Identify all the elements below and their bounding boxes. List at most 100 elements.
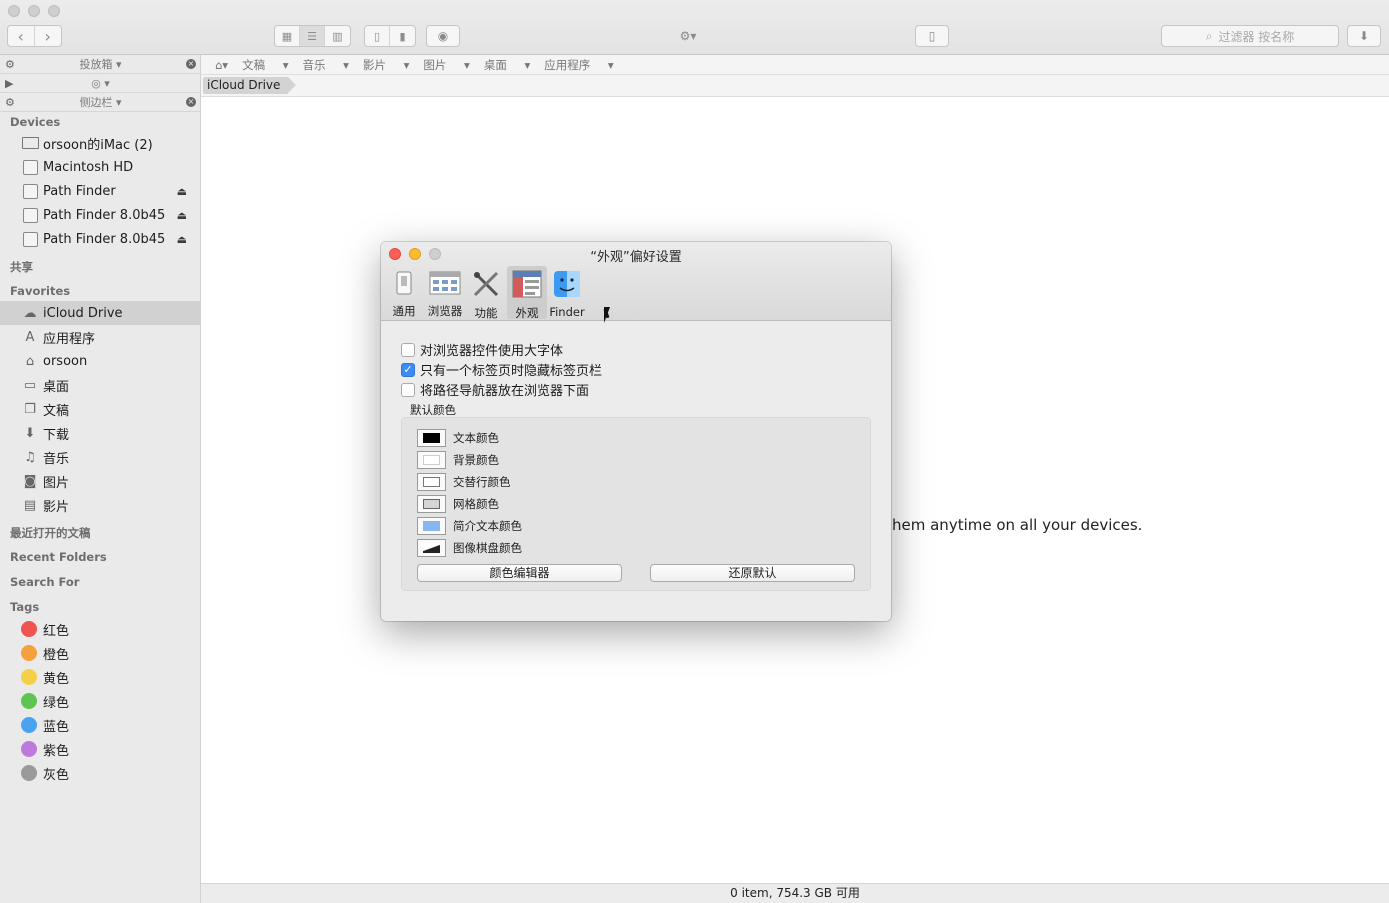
color-well[interactable] (417, 451, 446, 469)
download-button[interactable]: ⬇ (1347, 25, 1381, 47)
sidebar-item-music[interactable]: ♫ 音乐 (0, 445, 200, 469)
eject-icon[interactable]: ⏏ (177, 185, 187, 198)
home-icon[interactable]: ⌂▾ (215, 58, 228, 72)
hide-tab-bar-checkbox[interactable]: ✓ 只有一个标签页时隐藏标签页栏 (401, 360, 602, 379)
sidebar-item-label: 下载 (43, 427, 70, 443)
tab-browser[interactable]: 浏览器 (425, 266, 465, 319)
back-button[interactable]: ‹ (8, 26, 35, 46)
checkbox-box[interactable] (401, 342, 415, 357)
tab-features[interactable]: 功能 (466, 266, 506, 320)
coverflow-icon[interactable]: ▯ (365, 26, 390, 46)
dual-pane-icon[interactable]: ▮ (390, 26, 415, 46)
sidebar-tag-gray[interactable]: 灰色 (0, 761, 200, 785)
forward-button[interactable]: › (35, 26, 61, 46)
favbar-item[interactable]: 图片 ▾ (423, 57, 469, 73)
sidebar-item-imac[interactable]: orsoon的iMac (2) (0, 131, 200, 155)
tab-general[interactable]: 通用 (384, 266, 424, 319)
favbar-item[interactable]: 文稿 ▾ (242, 57, 288, 73)
breadcrumb-item-icloud-drive[interactable]: iCloud Drive (203, 77, 297, 94)
sidebar-item-applications[interactable]: A 应用程序 (0, 325, 200, 349)
tab-finder[interactable]: Finder (547, 266, 587, 319)
camera-icon: ◙ (23, 473, 37, 489)
tag-dot-icon (21, 741, 37, 757)
color-well[interactable] (417, 539, 446, 557)
eject-icon[interactable]: ⏏ (177, 233, 187, 246)
sidebar-item-documents[interactable]: ❐ 文稿 (0, 397, 200, 421)
tab-appearance[interactable]: 外观 (507, 266, 547, 320)
eject-icon[interactable]: ⏏ (177, 209, 187, 222)
sidebar-item-path-finder[interactable]: Path Finder ⏏ (0, 179, 200, 203)
column-view-icon[interactable]: ▥ (325, 26, 350, 46)
grid-color-row[interactable]: 网格颜色 (417, 495, 499, 513)
dialog-toolbar: “外观”偏好设置 通用 浏览器 功能 外观 Finder (381, 242, 891, 321)
icon-view-icon[interactable]: ▦ (275, 26, 300, 46)
sidebar-item-desktop[interactable]: ▭ 桌面 (0, 373, 200, 397)
list-view-icon[interactable]: ☰ (300, 26, 325, 46)
general-icon (388, 269, 420, 297)
sidebar-tag-blue[interactable]: 蓝色 (0, 713, 200, 737)
play-icon[interactable]: ▶ (5, 77, 13, 90)
tag-dot-icon (21, 645, 37, 661)
color-well[interactable] (417, 517, 446, 535)
sidebar-item-label: Macintosh HD (43, 159, 134, 175)
filter-search-field[interactable]: ⌕ 过滤器 按名称 (1161, 25, 1339, 47)
breadcrumb: iCloud Drive (201, 75, 1389, 97)
close-window-button[interactable] (8, 5, 20, 17)
tag-dot-icon (21, 693, 37, 709)
restore-defaults-button[interactable]: 还原默认 (650, 564, 855, 582)
sidebar-item-path-finder-8-1[interactable]: Path Finder 8.0b45 ⏏ (0, 203, 200, 227)
image-checkerboard-color-row[interactable]: 图像棋盘颜色 (417, 539, 522, 557)
sidebar-tag-purple[interactable]: 紫色 (0, 737, 200, 761)
minimize-window-button[interactable] (28, 5, 40, 17)
tag-dot-icon (21, 717, 37, 733)
text-color-row[interactable]: 文本颜色 (417, 429, 499, 447)
color-label: 简介文本颜色 (453, 519, 522, 533)
sidebar-item-pictures[interactable]: ◙ 图片 (0, 469, 200, 493)
sidebar-item-home[interactable]: ⌂ orsoon (0, 349, 200, 373)
sidebar-item-icloud-drive[interactable]: ☁ iCloud Drive (0, 301, 200, 325)
sidebar-tag-orange[interactable]: 橙色 (0, 641, 200, 665)
sidebar-tag-green[interactable]: 绿色 (0, 689, 200, 713)
large-font-checkbox[interactable]: 对浏览器控件使用大字体 (401, 340, 563, 359)
checkbox-label: 只有一个标签页时隐藏标签页栏 (420, 364, 603, 379)
sidebar-item-downloads[interactable]: ⬇ 下载 (0, 421, 200, 445)
sidebar-item-path-finder-8-2[interactable]: Path Finder 8.0b45 ⏏ (0, 227, 200, 251)
quicklook-button[interactable]: ◉ (426, 25, 460, 47)
favbar-item[interactable]: 桌面 ▾ (484, 57, 530, 73)
recent-folders-header[interactable]: Recent Folders (10, 550, 107, 564)
download-icon: ⬇ (24, 425, 36, 441)
favbar-item[interactable]: 音乐 ▾ (303, 57, 349, 73)
close-icon[interactable]: × (186, 59, 196, 69)
sidebar-item-label: 文稿 (43, 403, 70, 419)
checkmark-icon[interactable]: ✓ (401, 362, 415, 377)
sidebar-strip[interactable]: ⚙ 侧边栏 ▾ × (0, 93, 201, 112)
sidebar-item-movies[interactable]: ▤ 影片 (0, 493, 200, 517)
gear-icon[interactable]: ⚙ (5, 58, 15, 71)
path-navigator-below-checkbox[interactable]: 将路径导航器放在浏览器下面 (401, 380, 589, 399)
checkbox-box[interactable] (401, 382, 415, 397)
info-panel-button[interactable]: ▯ (915, 25, 949, 47)
sidebar-item-macintosh-hd[interactable]: Macintosh HD (0, 155, 200, 179)
color-editor-button[interactable]: 颜色编辑器 (417, 564, 622, 582)
cloud-icon: ☁ (23, 305, 37, 321)
sidebar-tag-yellow[interactable]: 黄色 (0, 665, 200, 689)
favbar-item[interactable]: 应用程序 ▾ (544, 57, 613, 73)
recent-documents-header[interactable]: 最近打开的文稿 (10, 525, 91, 541)
search-for-header[interactable]: Search For (10, 575, 79, 589)
shelf-strip[interactable]: ⚙ 投放箱 ▾ × (0, 55, 201, 74)
background-color-row[interactable]: 背景颜色 (417, 451, 499, 469)
gear-icon[interactable]: ⚙ (5, 96, 15, 109)
sidebar-item-label: Path Finder (43, 183, 116, 199)
color-well[interactable] (417, 495, 446, 513)
info-text-color-row[interactable]: 简介文本颜色 (417, 517, 522, 535)
spinner-icon[interactable]: ◎ ▾ (91, 77, 110, 90)
color-well[interactable] (417, 473, 446, 491)
sidebar-tag-red[interactable]: 红色 (0, 617, 200, 641)
close-icon[interactable]: × (186, 97, 196, 107)
zoom-window-button[interactable] (48, 5, 60, 17)
favbar-item[interactable]: 影片 ▾ (363, 57, 409, 73)
action-menu-button[interactable]: ⚙▾ (672, 25, 704, 47)
favbar-label: 音乐 (302, 57, 326, 72)
alternate-row-color-row[interactable]: 交替行颜色 (417, 473, 511, 491)
color-well[interactable] (417, 429, 446, 447)
